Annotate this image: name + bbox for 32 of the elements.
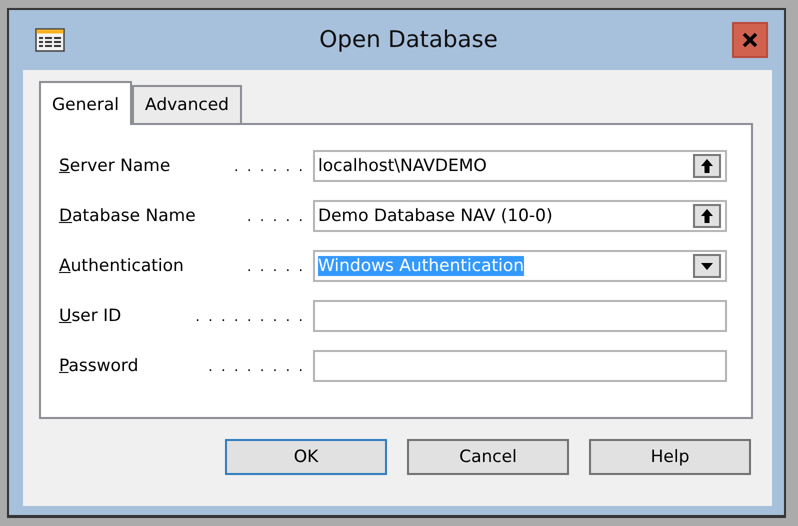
dot-leader: . . . . . .: [234, 159, 303, 175]
field-label: Password: [59, 356, 138, 376]
close-icon: [742, 33, 758, 47]
close-button[interactable]: [732, 22, 768, 58]
dot-leader: . . . . .: [246, 259, 303, 275]
field-value: Demo Database NAV (10-0): [318, 206, 553, 226]
window-title: Open Database: [318, 27, 499, 53]
input-field[interactable]: [313, 350, 727, 382]
up-arrow-icon: [701, 209, 713, 223]
lookup-button[interactable]: [693, 154, 721, 178]
field-label: Authentication: [59, 256, 184, 276]
field-label: User ID: [59, 306, 122, 326]
input-field[interactable]: localhost\NAVDEMO: [313, 150, 727, 182]
tab[interactable]: General: [39, 81, 132, 125]
dialog-button[interactable]: Cancel: [407, 439, 569, 475]
field-value: localhost\NAVDEMO: [318, 156, 487, 176]
table-icon: [35, 28, 65, 52]
up-arrow-icon: [701, 159, 713, 173]
lookup-button[interactable]: [693, 204, 721, 228]
dialog-button[interactable]: Help: [589, 439, 751, 475]
dialog-button[interactable]: OK: [225, 439, 387, 475]
dropdown-button[interactable]: [693, 254, 721, 278]
down-arrow-icon: [701, 262, 713, 270]
dot-leader: . . . . . . . . .: [195, 309, 303, 325]
input-field[interactable]: [313, 300, 727, 332]
tab[interactable]: Advanced: [132, 85, 242, 123]
dot-leader: . . . . .: [246, 209, 303, 225]
input-field[interactable]: Demo Database NAV (10-0): [313, 200, 727, 232]
field-label: Database Name: [59, 206, 196, 226]
dot-leader: . . . . . . . .: [208, 359, 303, 375]
field-label: Server Name: [59, 156, 170, 176]
field-value: Windows Authentication: [318, 256, 524, 276]
